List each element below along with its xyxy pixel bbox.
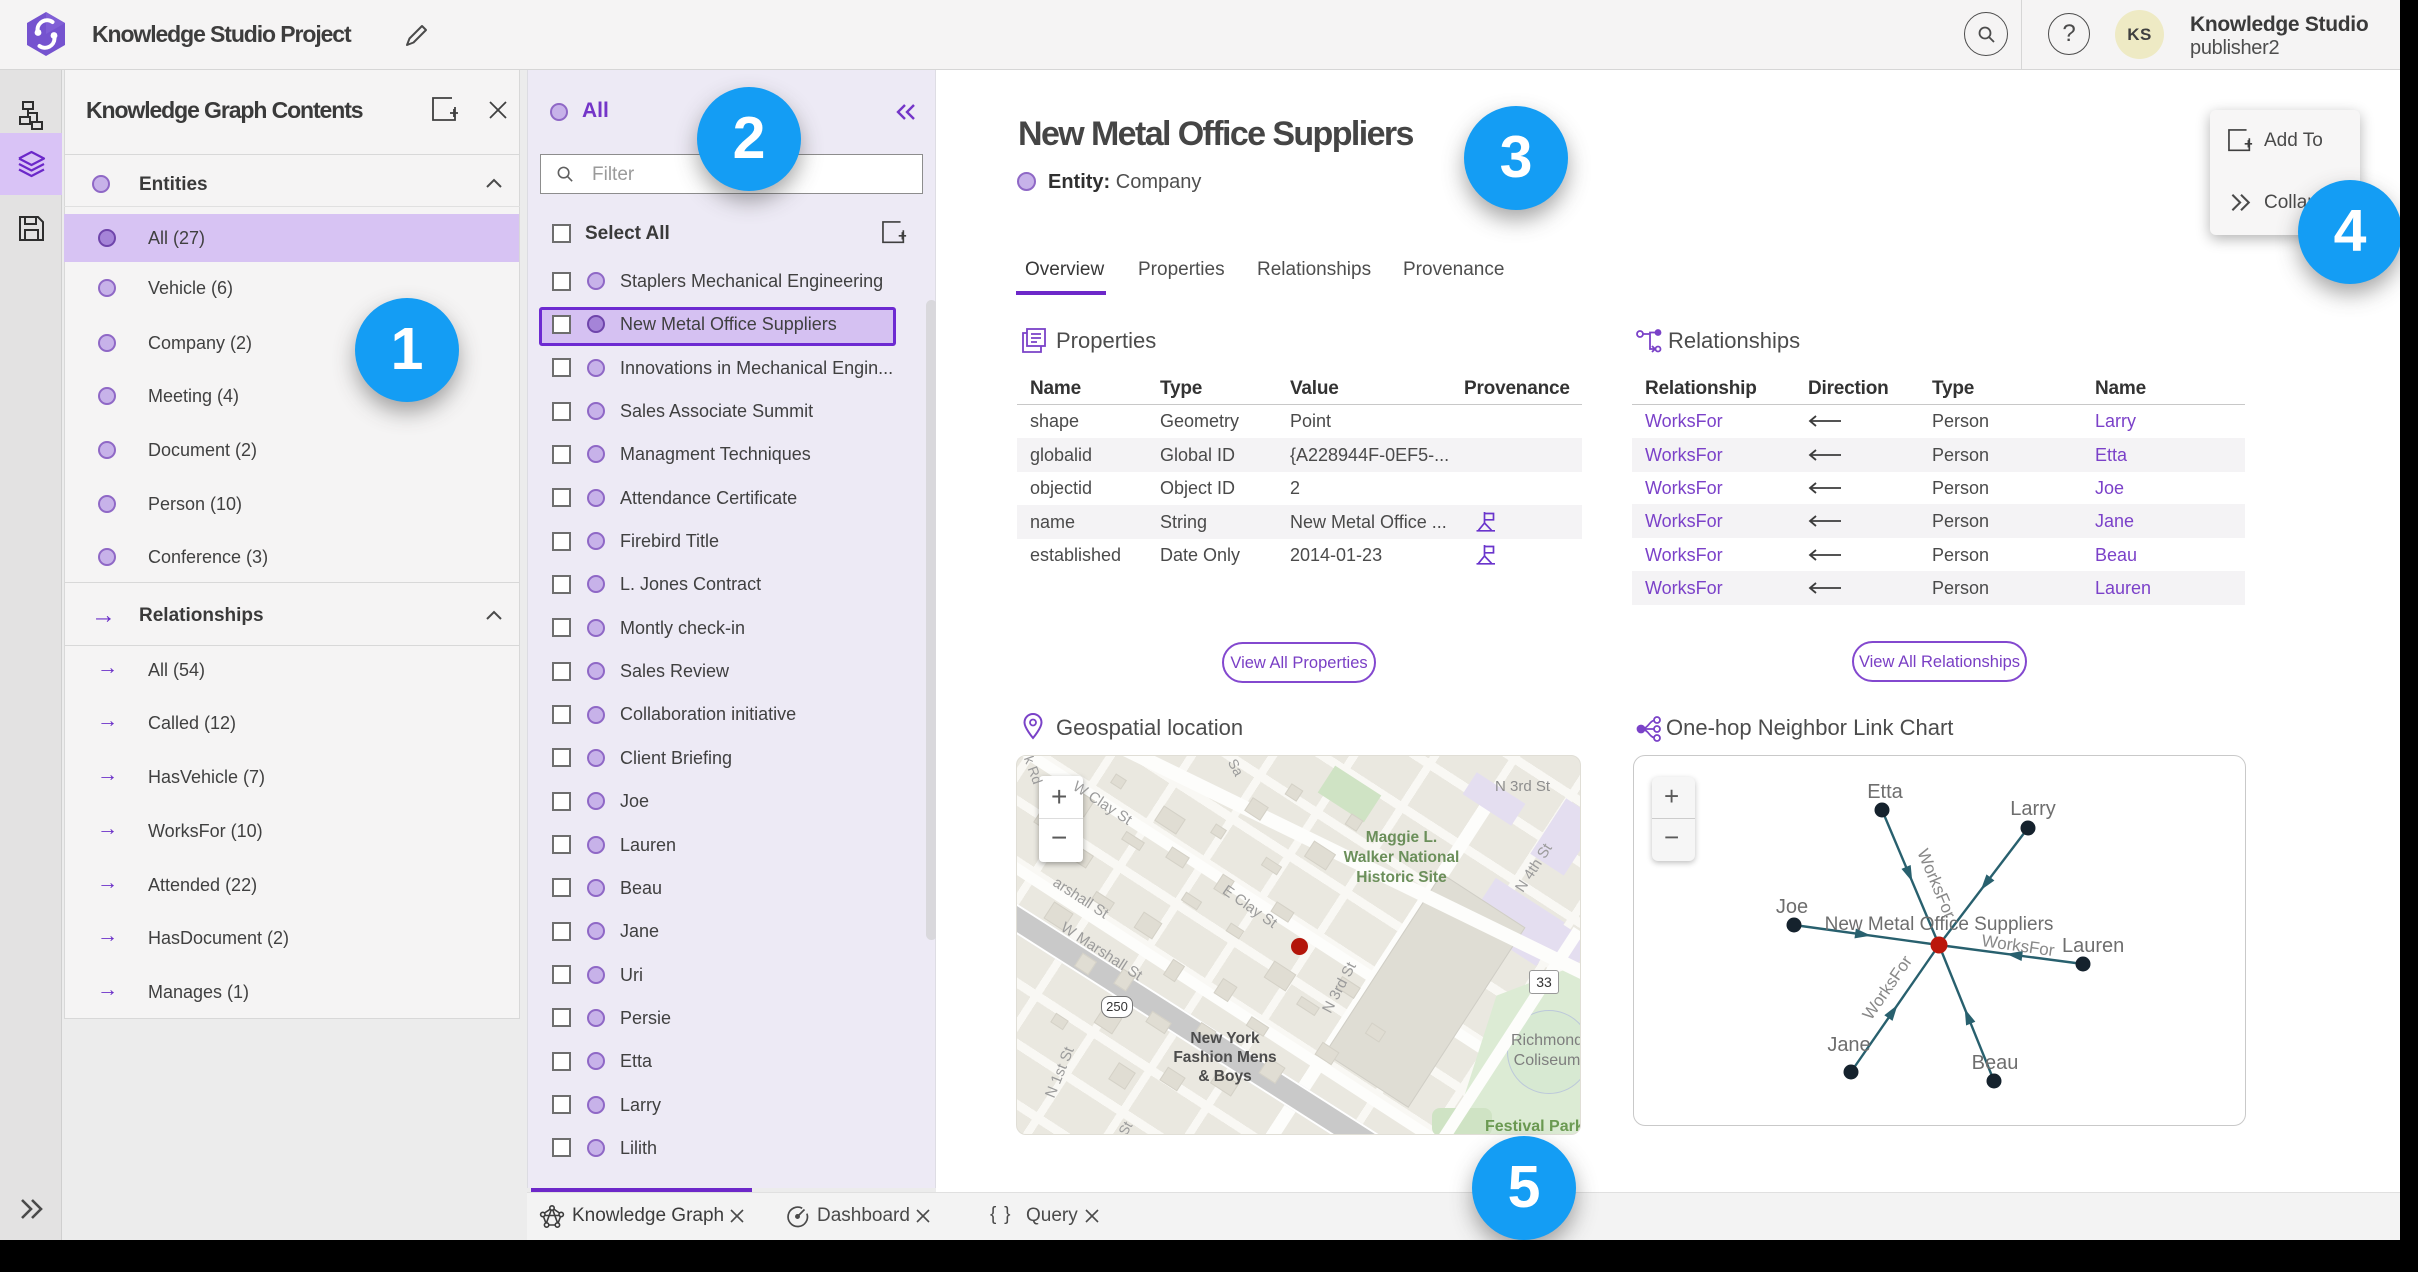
svg-text:Etta: Etta xyxy=(1867,781,1903,803)
svg-text:Beau: Beau xyxy=(1972,1052,2019,1074)
svg-text:WorksFor: WorksFor xyxy=(1913,846,1959,921)
svg-text:Jane: Jane xyxy=(1827,1034,1870,1056)
svg-text:Lauren: Lauren xyxy=(2062,935,2124,957)
svg-text:Joe: Joe xyxy=(1776,896,1808,918)
svg-text:Larry: Larry xyxy=(2010,798,2056,820)
svg-text:WorksFor: WorksFor xyxy=(1859,952,1917,1023)
svg-text:New Metal Office Suppliers: New Metal Office Suppliers xyxy=(1825,914,2054,935)
